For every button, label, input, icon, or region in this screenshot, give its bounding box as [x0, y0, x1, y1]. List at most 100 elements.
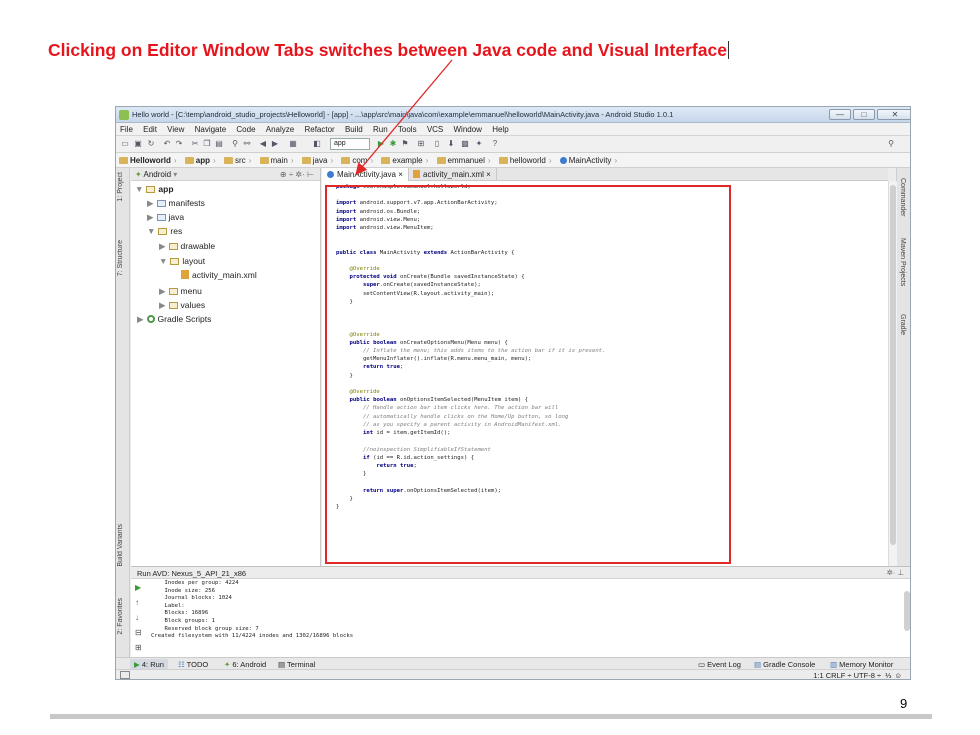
menu-vcs[interactable]: VCS	[423, 123, 447, 136]
breadcrumb-mainactivity[interactable]: MainActivity ›	[557, 153, 620, 168]
tree-item-menu[interactable]: ▶ menu	[159, 286, 202, 297]
folder-icon	[168, 243, 178, 250]
editor-tab-bar: MainActivity.java × activity_main.xml ×	[322, 168, 888, 181]
scrollbar-thumb[interactable]	[890, 185, 896, 545]
copy-icon[interactable]: ❐	[202, 139, 212, 149]
tab-mainactivity-java[interactable]: MainActivity.java ×	[322, 168, 409, 181]
paste-icon[interactable]: ▤	[214, 139, 224, 149]
project-structure-icon[interactable]: ⊞	[416, 139, 426, 149]
avd-manager-icon[interactable]: ▯	[432, 139, 442, 149]
cut-icon[interactable]: ✂	[190, 139, 200, 149]
window-title: Hello world - [C:\temp\android_studio_pr…	[132, 110, 674, 119]
menu-file[interactable]: File	[116, 123, 137, 136]
tool-tab-favorites[interactable]: 2: Favorites	[117, 598, 124, 635]
window-titlebar: Hello world - [C:\temp\android_studio_pr…	[116, 107, 910, 123]
menu-run[interactable]: Run	[369, 123, 392, 136]
main-toolbar: ▭ ▣ ↻ ↶ ↷ ✂ ❐ ▤ ⚲ ⚯ ◀ ▶ ▦ ◧ app ▶ ✱ ⚑ ⊞ …	[116, 136, 910, 153]
log-line: Created filesystem with 11/4224 inodes a…	[151, 633, 354, 640]
breadcrumb-helloworld-package[interactable]: helloworld ›	[496, 153, 555, 168]
debug-icon[interactable]: ✱	[388, 139, 398, 149]
minimize-button[interactable]: —	[829, 109, 851, 120]
run-scrollbar[interactable]	[904, 591, 910, 631]
tool-window-toggle-icon[interactable]	[120, 671, 130, 679]
menu-analyze[interactable]: Analyze	[262, 123, 298, 136]
menu-edit[interactable]: Edit	[139, 123, 161, 136]
redo-icon[interactable]: ↷	[174, 139, 184, 149]
tree-item-gradle-scripts[interactable]: ▶ Gradle Scripts	[137, 314, 211, 325]
breadcrumb-app[interactable]: app ›	[182, 153, 219, 168]
project-view-select[interactable]: Android	[143, 170, 171, 179]
menu-refactor[interactable]: Refactor	[300, 123, 338, 136]
breadcrumb-main[interactable]: main ›	[257, 153, 297, 168]
folder-icon	[341, 157, 351, 164]
tool-tab-commander[interactable]: Commander	[899, 178, 906, 217]
xml-file-icon	[413, 170, 420, 178]
menu-bar: File Edit View Navigate Code Analyze Ref…	[116, 123, 910, 136]
menu-tools[interactable]: Tools	[394, 123, 421, 136]
inspector-icon[interactable]: ☺	[894, 671, 902, 679]
tool-tab-structure[interactable]: 7: Structure	[117, 240, 124, 276]
rerun-icon[interactable]: ▶	[135, 583, 144, 592]
sdk-manager-icon[interactable]: ⬇	[446, 139, 456, 149]
soft-wrap-icon[interactable]: ⊟	[135, 628, 144, 637]
attach-debugger-icon[interactable]: ⚑	[400, 139, 410, 149]
panel-settings-icon[interactable]: ⊕ ÷ ✲· ⊢	[280, 170, 314, 179]
editor-highlight-box	[325, 185, 731, 564]
tool-tab-build-variants[interactable]: Build Variants	[117, 524, 124, 567]
menu-navigate[interactable]: Navigate	[191, 123, 231, 136]
menu-view[interactable]: View	[163, 123, 188, 136]
tab-activity-main-xml[interactable]: activity_main.xml ×	[408, 168, 497, 181]
breadcrumb-java[interactable]: java ›	[299, 153, 336, 168]
java-class-icon	[327, 171, 334, 178]
status-bar: 1:1 CRLF ÷ UTF-8 ÷ ⅓ ☺	[116, 669, 910, 679]
make-project-icon[interactable]: ▦	[288, 139, 298, 149]
tree-item-res[interactable]: ▼ res	[147, 226, 182, 236]
android-icon[interactable]: ✦	[474, 139, 484, 149]
breadcrumb-helloworld[interactable]: Helloworld ›	[116, 153, 180, 168]
run-icon[interactable]: ▶	[376, 139, 386, 149]
caret-encoding-status[interactable]: 1:1 CRLF ÷ UTF-8 ÷	[813, 671, 881, 679]
tree-item-values[interactable]: ▶ values	[159, 300, 205, 311]
menu-code[interactable]: Code	[232, 123, 259, 136]
android-studio-icon	[119, 110, 129, 120]
tool-tab-project[interactable]: 1: Project	[117, 172, 124, 202]
menu-help[interactable]: Help	[488, 123, 512, 136]
sync-icon[interactable]: ↻	[146, 139, 156, 149]
help-icon[interactable]: ?	[490, 139, 500, 149]
close-button[interactable]: ✕	[877, 109, 910, 120]
tree-item-app[interactable]: ▼ app	[135, 184, 174, 194]
tool-tab-maven-projects[interactable]: Maven Projects	[899, 238, 906, 286]
folder-icon	[168, 288, 178, 295]
undo-icon[interactable]: ↶	[162, 139, 172, 149]
breadcrumb-emmanuel[interactable]: emmanuel ›	[434, 153, 494, 168]
maximize-button[interactable]: □	[853, 109, 875, 120]
search-everywhere-icon[interactable]: ⚲	[886, 139, 896, 149]
menu-build[interactable]: Build	[341, 123, 367, 136]
lock-icon[interactable]: ⅓	[885, 671, 891, 679]
tree-item-java[interactable]: ▶ java	[147, 212, 184, 223]
tool-tab-gradle[interactable]: Gradle	[899, 314, 906, 335]
save-icon[interactable]: ▣	[133, 139, 143, 149]
back-icon[interactable]: ◀	[258, 139, 268, 149]
print-icon[interactable]: ⊞	[135, 643, 144, 652]
replace-icon[interactable]: ⚯	[242, 139, 252, 149]
gear-icon[interactable]: ✲· ⊥	[887, 568, 904, 577]
menu-window[interactable]: Window	[450, 123, 486, 136]
scroll-down-icon[interactable]: ↓	[135, 613, 144, 622]
tree-item-manifests[interactable]: ▶ manifests	[147, 198, 205, 209]
folder-icon	[436, 157, 446, 164]
breadcrumb-example[interactable]: example ›	[378, 153, 431, 168]
tree-item-layout[interactable]: ▼ layout	[159, 256, 205, 266]
editor-scrollbar[interactable]	[888, 181, 897, 566]
tree-item-activity-main-xml[interactable]: activity_main.xml	[181, 270, 257, 280]
forward-icon[interactable]: ▶	[270, 139, 280, 149]
breadcrumb-src[interactable]: src ›	[221, 153, 254, 168]
find-icon[interactable]: ⚲	[230, 139, 240, 149]
open-icon[interactable]: ▭	[120, 139, 130, 149]
run-config-select[interactable]: app	[330, 138, 370, 150]
monitor-icon[interactable]: ▩	[460, 139, 470, 149]
breadcrumb-com[interactable]: com ›	[338, 153, 376, 168]
tree-item-drawable[interactable]: ▶ drawable	[159, 241, 215, 252]
run-panel: Run AVD: Nexus_5_API_21_x86 ✲· ⊥ ▶ ↑ ↓ ⊟…	[131, 566, 910, 667]
scroll-up-icon[interactable]: ↑	[135, 598, 144, 607]
